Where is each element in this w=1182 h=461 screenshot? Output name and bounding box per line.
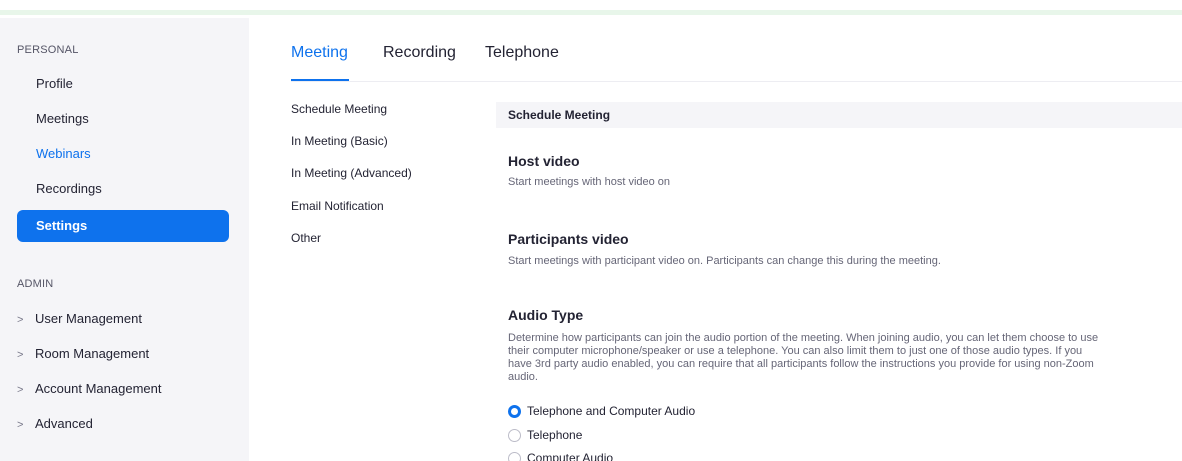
sidebar-item-label: Account Management — [35, 381, 162, 396]
setting-title-host-video: Host video — [508, 153, 580, 169]
subnav-schedule-meeting[interactable]: Schedule Meeting — [291, 102, 387, 116]
top-strip — [0, 0, 1182, 18]
sidebar-item-label: Room Management — [35, 346, 150, 361]
chevron-right-icon: > — [17, 419, 24, 431]
sidebar-item-advanced[interactable]: > Advanced — [17, 410, 229, 438]
tab-divider — [291, 81, 1182, 82]
radio-label: Telephone — [527, 428, 583, 442]
radio-checked-icon[interactable] — [508, 405, 521, 418]
radio-unchecked-icon[interactable] — [508, 452, 521, 461]
subnav-in-meeting-basic[interactable]: In Meeting (Basic) — [291, 134, 388, 148]
subnav-other[interactable]: Other — [291, 231, 321, 245]
radio-label: Telephone and Computer Audio — [527, 404, 696, 418]
sidebar-item-profile[interactable]: Profile — [17, 68, 229, 100]
subnav-email-notification[interactable]: Email Notification — [291, 199, 384, 213]
sidebar-item-user-management[interactable]: > User Management — [17, 305, 229, 333]
sidebar-item-settings[interactable]: Settings — [17, 210, 229, 242]
tab-telephone[interactable]: Telephone — [485, 44, 559, 62]
setting-title-participants-video: Participants video — [508, 231, 629, 247]
sidebar-item-recordings[interactable]: Recordings — [17, 173, 229, 205]
sidebar-item-room-management[interactable]: > Room Management — [17, 340, 229, 368]
tab-meeting[interactable]: Meeting — [291, 44, 348, 62]
top-strip-line — [0, 10, 1182, 15]
sidebar-item-webinars[interactable]: Webinars — [17, 138, 229, 170]
section-label-admin: ADMIN — [17, 278, 54, 290]
subnav-in-meeting-advanced[interactable]: In Meeting (Advanced) — [291, 166, 412, 180]
sidebar-item-meetings[interactable]: Meetings — [17, 103, 229, 135]
setting-desc-host-video: Start meetings with host video on — [508, 176, 671, 188]
section-label-personal: PERSONAL — [17, 44, 79, 56]
section-header: Schedule Meeting — [496, 102, 1182, 128]
chevron-right-icon: > — [17, 314, 24, 326]
setting-desc-audio-type: Determine how participants can join the … — [508, 332, 1099, 383]
chevron-right-icon: > — [17, 349, 24, 361]
sidebar-item-label: User Management — [35, 311, 142, 326]
chevron-right-icon: > — [17, 384, 24, 396]
radio-unchecked-icon[interactable] — [508, 429, 521, 442]
setting-title-audio-type: Audio Type — [508, 307, 584, 323]
tab-recording[interactable]: Recording — [383, 44, 456, 62]
sidebar-item-label: Advanced — [35, 416, 93, 431]
sidebar-item-account-management[interactable]: > Account Management — [17, 375, 229, 403]
sidebar: PERSONAL Profile Meetings Webinars Recor… — [0, 18, 249, 461]
setting-desc-participants-video: Start meetings with participant video on… — [508, 255, 941, 267]
radio-label: Computer Audio — [527, 451, 614, 461]
